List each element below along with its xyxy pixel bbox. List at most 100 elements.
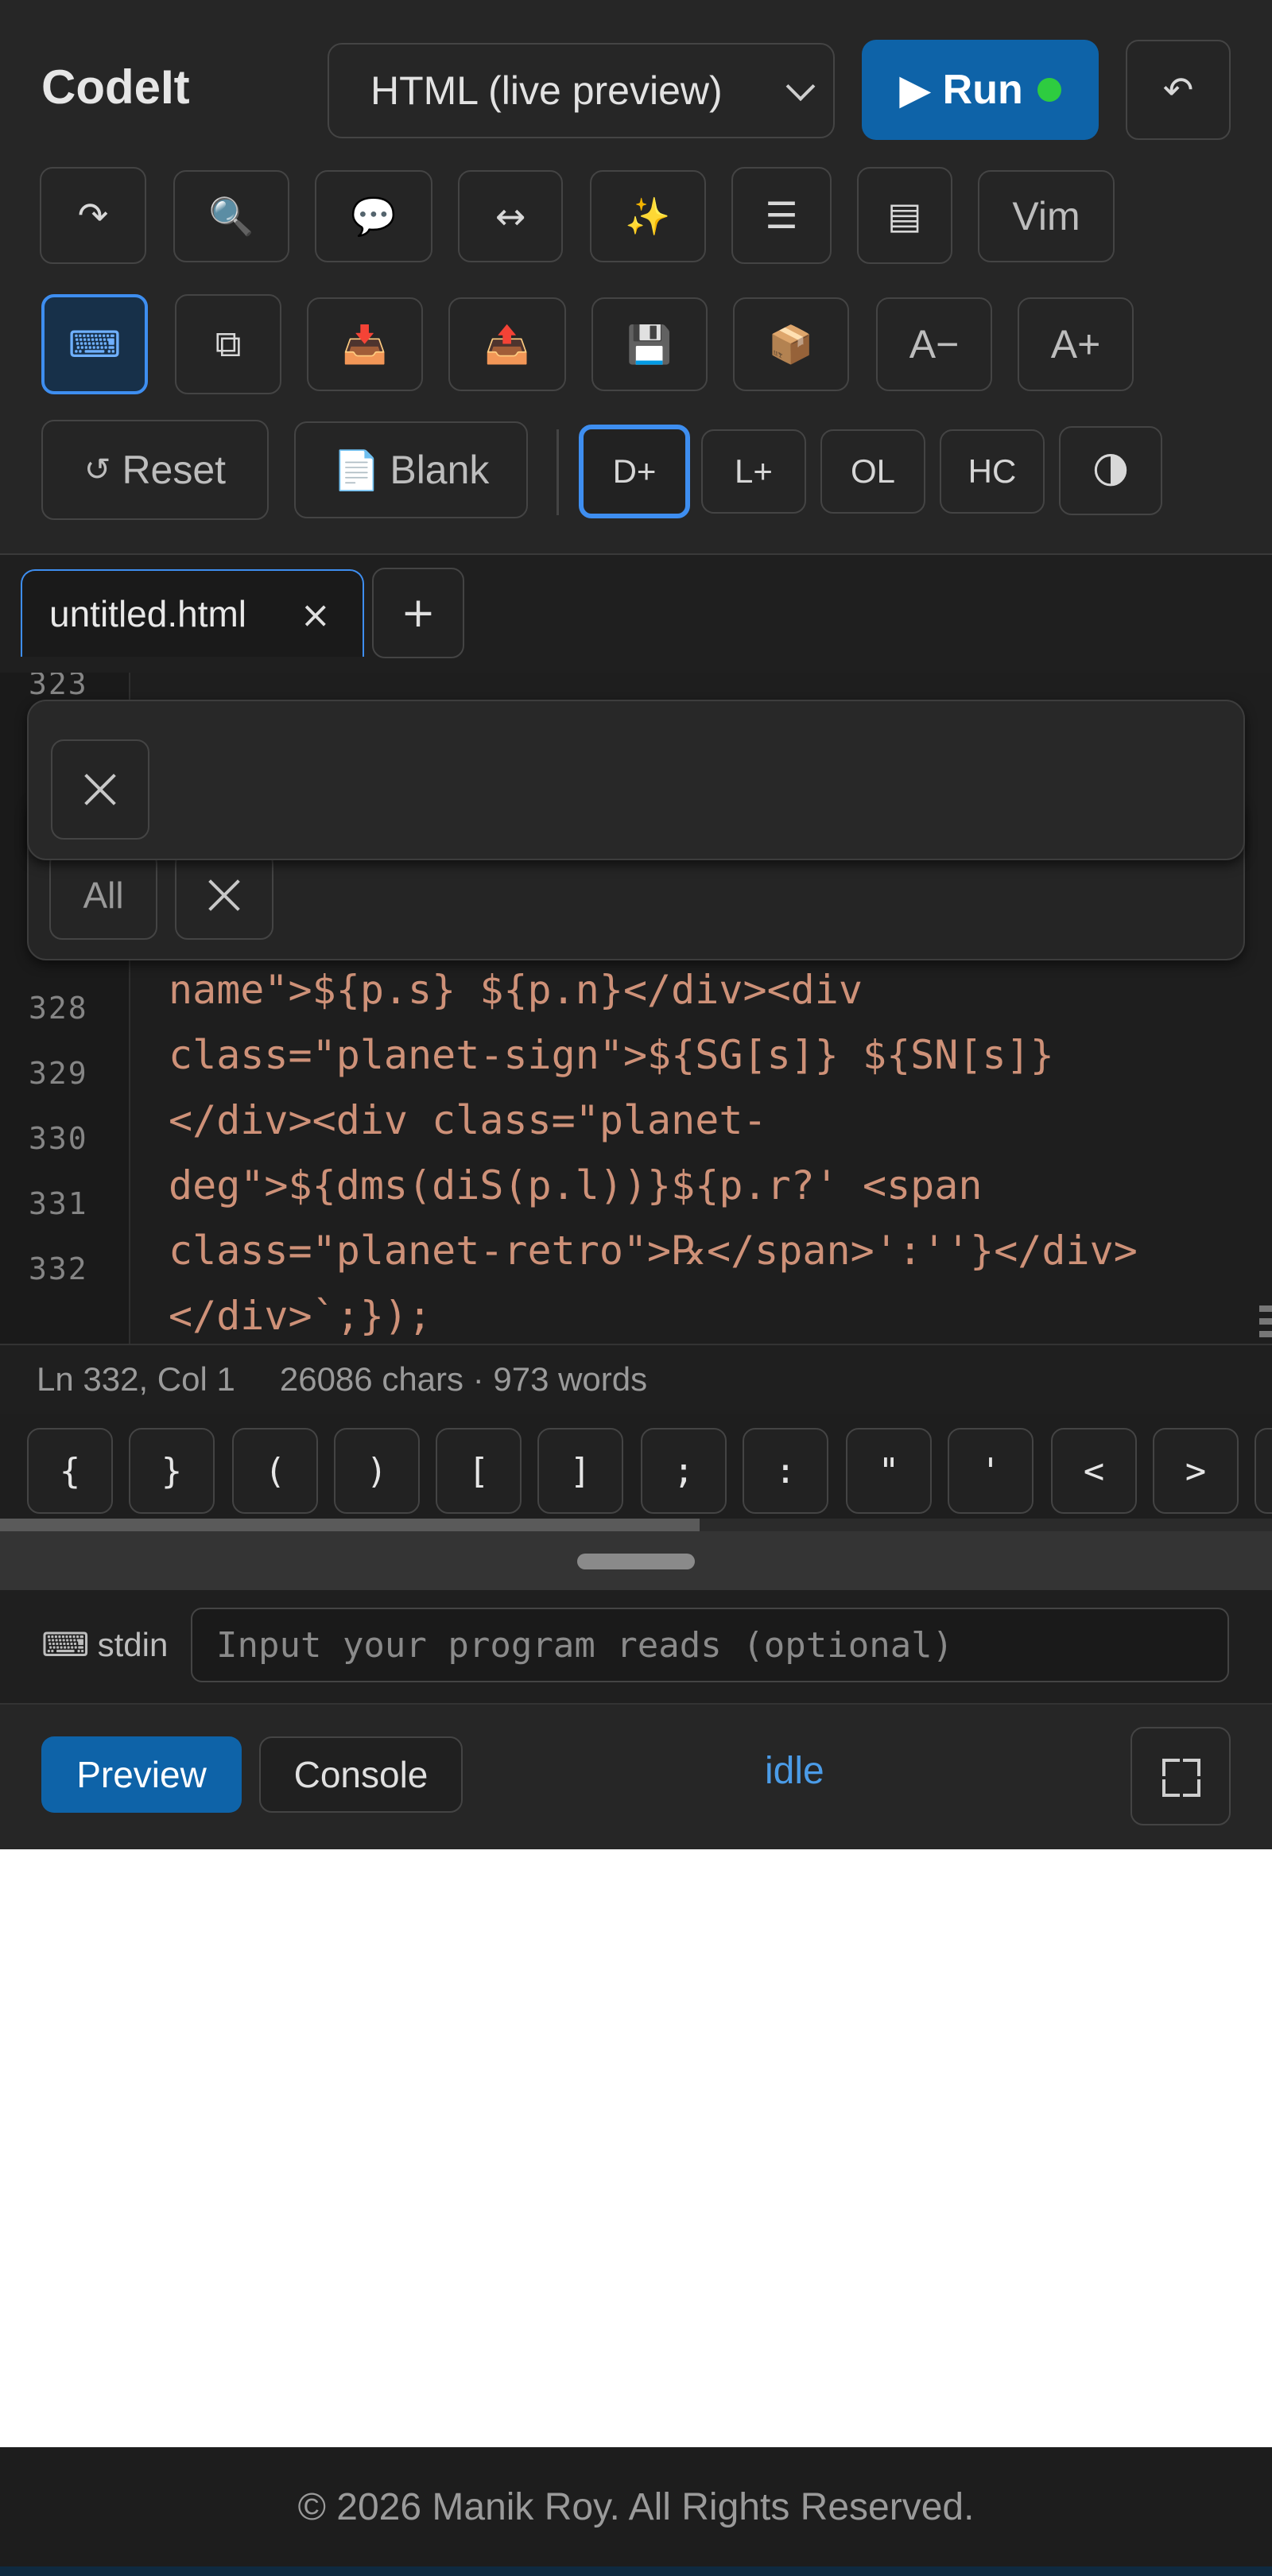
theme-ol-button[interactable]: OL xyxy=(820,429,925,514)
copyright-text: © 2026 Manik Roy. All Rights Reserved. xyxy=(297,2485,975,2528)
language-select[interactable]: HTML (live preview) xyxy=(328,43,835,138)
file-tab-active[interactable]: untitled.html × xyxy=(21,569,364,657)
format-button[interactable]: ✨ xyxy=(590,170,706,262)
inbox-icon: 📥 xyxy=(342,322,388,366)
package-icon: 📦 xyxy=(768,322,814,366)
key-close-brace[interactable]: } xyxy=(129,1428,215,1514)
key-open-bracket[interactable]: [ xyxy=(436,1428,522,1514)
export-button[interactable]: 📤 xyxy=(448,297,566,391)
close-find-button[interactable] xyxy=(51,739,149,840)
drag-handle[interactable] xyxy=(577,1554,695,1569)
page-footer: © 2026 Manik Roy. All Rights Reserved. xyxy=(0,2447,1272,2566)
run-button[interactable]: ▶ Run xyxy=(862,40,1099,140)
key-single-quote[interactable]: ' xyxy=(948,1428,1034,1514)
font-decrease-button[interactable]: A− xyxy=(876,297,992,391)
blank-button[interactable]: 📄 Blank xyxy=(294,421,528,518)
undo-icon: ↶ xyxy=(1162,68,1194,111)
stdin-input[interactable] xyxy=(191,1608,1229,1682)
vim-label: Vim xyxy=(1012,194,1080,239)
code-line: name">${p.s} ${p.n}</div><div xyxy=(169,967,863,1013)
find-panel xyxy=(27,700,1245,860)
fullscreen-button[interactable] xyxy=(1130,1727,1231,1825)
key-less-than[interactable]: < xyxy=(1051,1428,1137,1514)
new-tab-button[interactable]: + xyxy=(372,568,464,658)
theme-hc-button[interactable]: HC xyxy=(940,429,1045,514)
outbox-icon: 📤 xyxy=(484,322,530,366)
file-tabs-bar: untitled.html × + xyxy=(0,555,1272,674)
code-line: </div><div class="planet- xyxy=(169,1097,767,1143)
theme-light-plus-button[interactable]: L+ xyxy=(701,429,806,514)
wrap-button[interactable]: ↔ xyxy=(458,170,563,262)
editor-status-bar: Ln 332, Col 1 26086 chars · 973 words xyxy=(0,1344,1272,1415)
key-double-quote[interactable]: " xyxy=(846,1428,932,1514)
import-button[interactable]: 📥 xyxy=(307,297,423,391)
font-decrease-label: A− xyxy=(909,322,960,367)
close-replace-button[interactable] xyxy=(175,851,273,940)
vim-button[interactable]: Vim xyxy=(978,170,1115,262)
undo-button[interactable]: ↶ xyxy=(1126,40,1231,140)
key-close-bracket[interactable]: ] xyxy=(537,1428,623,1514)
redo-button[interactable]: ↷ xyxy=(40,167,146,264)
duplicate-button[interactable]: ⧉ xyxy=(175,294,281,394)
cursor-position: Ln 332, Col 1 xyxy=(37,1360,235,1398)
package-button[interactable]: 📦 xyxy=(733,297,849,391)
floppy-disk-icon: 💾 xyxy=(626,322,673,366)
language-select-value: HTML (live preview) xyxy=(370,68,723,113)
theme-dark-plus-label: D+ xyxy=(612,452,657,490)
tab-console[interactable]: Console xyxy=(259,1736,463,1813)
preview-frame[interactable] xyxy=(0,1849,1272,2447)
run-status-dot xyxy=(1037,78,1061,102)
key-close-paren[interactable]: ) xyxy=(334,1428,420,1514)
hamburger-icon: ☰ xyxy=(765,194,798,237)
key-open-paren[interactable]: ( xyxy=(232,1428,318,1514)
code-line: class="planet-sign">${SG[s]} ${SN[s]} xyxy=(169,1032,1054,1078)
font-increase-button[interactable]: A+ xyxy=(1018,297,1134,391)
theme-dark-plus-button[interactable]: D+ xyxy=(579,425,690,518)
keyboard-button[interactable]: ⌨ xyxy=(41,294,148,394)
menu-button[interactable]: ☰ xyxy=(731,167,832,264)
comment-button[interactable]: 💬 xyxy=(315,170,432,262)
horizontal-arrows-icon: ↔ xyxy=(494,195,526,238)
close-icon xyxy=(76,766,124,813)
key-colon[interactable]: : xyxy=(743,1428,828,1514)
toolbar-divider xyxy=(556,429,559,515)
stdin-label-text: stdin xyxy=(97,1625,169,1663)
app-root: CodeIt HTML (live preview) ▶ Run ↶ ↷ 🔍 💬… xyxy=(0,0,1272,2576)
tab-preview[interactable]: Preview xyxy=(41,1736,242,1813)
stdin-label: ⌨ stdin xyxy=(41,1625,168,1664)
output-tabs-bar: Preview Console idle xyxy=(0,1705,1272,1849)
reset-label: Reset xyxy=(122,448,227,492)
keys-scroll-thumb[interactable] xyxy=(0,1519,700,1531)
theme-toggle-button[interactable]: 🌗 xyxy=(1059,426,1162,515)
keyboard-icon: ⌨ xyxy=(41,1625,90,1664)
close-icon[interactable]: × xyxy=(300,593,331,636)
quick-keys-bar: { } ( ) [ ] ; : " ' < > xyxy=(0,1414,1272,1533)
theme-hc-label: HC xyxy=(968,452,1017,490)
close-icon xyxy=(200,871,248,919)
key-semicolon[interactable]: ; xyxy=(641,1428,727,1514)
stdin-row: ⌨ stdin xyxy=(0,1590,1272,1705)
line-number: 323 xyxy=(29,673,88,701)
code-line: class="planet-retro">℞</span>':''}</div> xyxy=(169,1228,1138,1274)
replace-all-button[interactable]: All xyxy=(49,851,157,940)
key-greater-than[interactable]: > xyxy=(1153,1428,1239,1514)
theme-ol-label: OL xyxy=(850,452,896,490)
search-icon: 🔍 xyxy=(208,194,254,238)
redo-icon: ↷ xyxy=(77,194,109,237)
header-toolbar: CodeIt HTML (live preview) ▶ Run ↶ ↷ 🔍 💬… xyxy=(0,0,1272,555)
save-button[interactable]: 💾 xyxy=(591,297,708,391)
reset-button[interactable]: ↺ Reset xyxy=(41,420,269,520)
line-number: 328 xyxy=(29,991,88,1026)
search-button[interactable]: 🔍 xyxy=(173,170,289,262)
key-open-brace[interactable]: { xyxy=(27,1428,113,1514)
panel-button[interactable]: ▤ xyxy=(857,167,952,264)
plus-icon: + xyxy=(401,589,436,637)
key-overflow[interactable] xyxy=(1255,1428,1272,1514)
panel-icon: ▤ xyxy=(887,194,922,237)
bottom-edge xyxy=(0,2566,1272,2576)
code-line: deg">${dms(diS(p.l))}${p.r?' <span xyxy=(169,1162,983,1208)
editor-scrollbar-markers xyxy=(1259,1305,1272,1337)
line-number: 329 xyxy=(29,1056,88,1091)
reset-icon: ↺ xyxy=(83,452,111,488)
document-counts: 26086 chars · 973 words xyxy=(279,1360,648,1398)
